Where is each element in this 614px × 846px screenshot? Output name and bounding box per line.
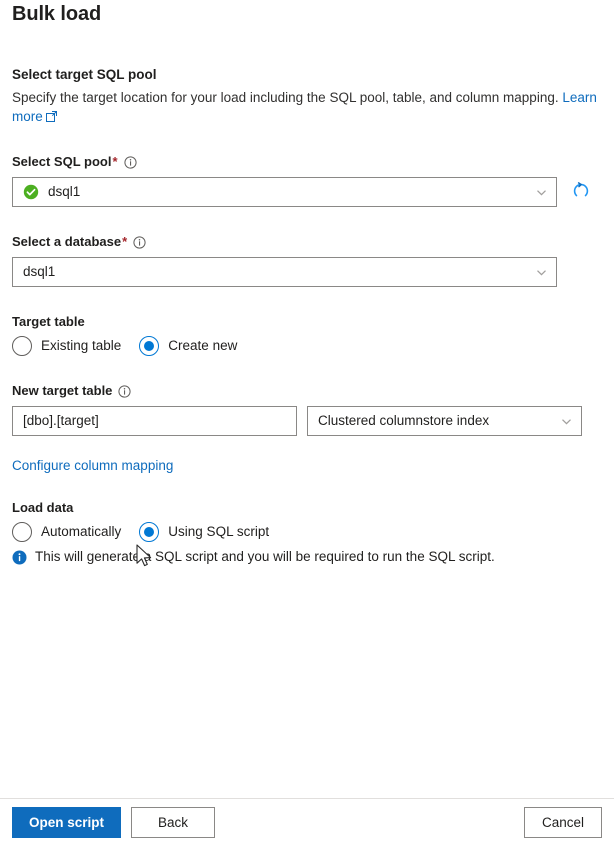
sql-pool-required-marker: * [112, 154, 118, 169]
refresh-button[interactable] [567, 178, 595, 206]
cancel-button[interactable]: Cancel [524, 807, 602, 838]
database-combobox[interactable]: dsql1 [12, 257, 557, 287]
new-target-table-name-value: [dbo].[target] [23, 413, 99, 428]
table-index-combobox[interactable]: Clustered columnstore index [307, 406, 582, 436]
sql-pool-row: dsql1 [12, 177, 602, 207]
load-data-radio-group: Automatically Using SQL script [12, 522, 602, 542]
table-index-value: Clustered columnstore index [318, 413, 490, 428]
target-table-label-text: Target table [12, 314, 85, 329]
radio-existing-table[interactable]: Existing table [12, 336, 121, 356]
new-target-table-name-input[interactable]: [dbo].[target] [12, 406, 297, 436]
database-required-marker: * [122, 234, 128, 249]
dialog-footer: Open script Back Cancel [0, 798, 614, 846]
radio-label: Create new [168, 338, 238, 353]
database-value: dsql1 [23, 264, 56, 279]
radio-indicator [139, 522, 160, 542]
radio-automatically[interactable]: Automatically [12, 522, 121, 542]
sql-pool-value: dsql1 [48, 184, 81, 199]
chevron-down-icon [535, 186, 548, 199]
radio-create-new[interactable]: Create new [139, 336, 237, 356]
chevron-down-icon [560, 415, 573, 428]
external-link-icon [45, 108, 57, 127]
info-circle-icon[interactable] [123, 155, 137, 169]
radio-using-sql-script[interactable]: Using SQL script [139, 522, 269, 542]
radio-indicator [12, 336, 32, 356]
info-message-text: This will generate a SQL script and you … [35, 549, 495, 564]
load-data-info-message: This will generate a SQL script and you … [12, 548, 602, 568]
radio-label: Existing table [41, 338, 122, 353]
load-data-label-text: Load data [12, 500, 74, 515]
chevron-down-icon [535, 266, 548, 279]
sql-pool-label-text: Select SQL pool [12, 154, 112, 169]
info-circle-icon[interactable] [133, 235, 146, 249]
back-button[interactable]: Back [131, 807, 216, 838]
database-label: Select a database * [12, 233, 602, 251]
success-check-icon [23, 184, 39, 200]
radio-indicator [139, 336, 160, 356]
target-table-label: Target table [12, 313, 602, 331]
info-filled-icon [12, 550, 27, 568]
column-mapping-row: Configure column mapping [12, 458, 602, 473]
new-target-table-label-text: New target table [12, 383, 113, 398]
sql-pool-label: Select SQL pool * [12, 153, 602, 171]
bulk-load-dialog: Bulk load Select target SQL pool Specify… [0, 0, 614, 846]
info-circle-icon[interactable] [118, 384, 132, 398]
load-data-label: Load data [12, 499, 602, 517]
radio-label: Using SQL script [168, 524, 270, 539]
database-label-text: Select a database [12, 234, 122, 249]
page-title: Bulk load [12, 3, 102, 25]
section-heading: Select target SQL pool [12, 67, 157, 82]
radio-indicator [12, 522, 32, 542]
dialog-content: Bulk load Select target SQL pool Specify… [0, 0, 614, 798]
new-target-table-row: [dbo].[target] Clustered columnstore ind… [12, 406, 602, 436]
new-target-table-label: New target table [12, 382, 602, 400]
radio-label: Automatically [41, 524, 122, 539]
database-row: dsql1 [12, 257, 602, 287]
section-description-text: Specify the target location for your loa… [12, 90, 563, 105]
sql-pool-combobox[interactable]: dsql1 [12, 177, 557, 207]
open-script-button[interactable]: Open script [12, 807, 122, 838]
refresh-icon [571, 181, 591, 204]
section-description: Specify the target location for your loa… [12, 88, 597, 127]
target-table-radio-group: Existing table Create new [12, 336, 602, 356]
configure-column-mapping-link[interactable]: Configure column mapping [12, 458, 173, 473]
